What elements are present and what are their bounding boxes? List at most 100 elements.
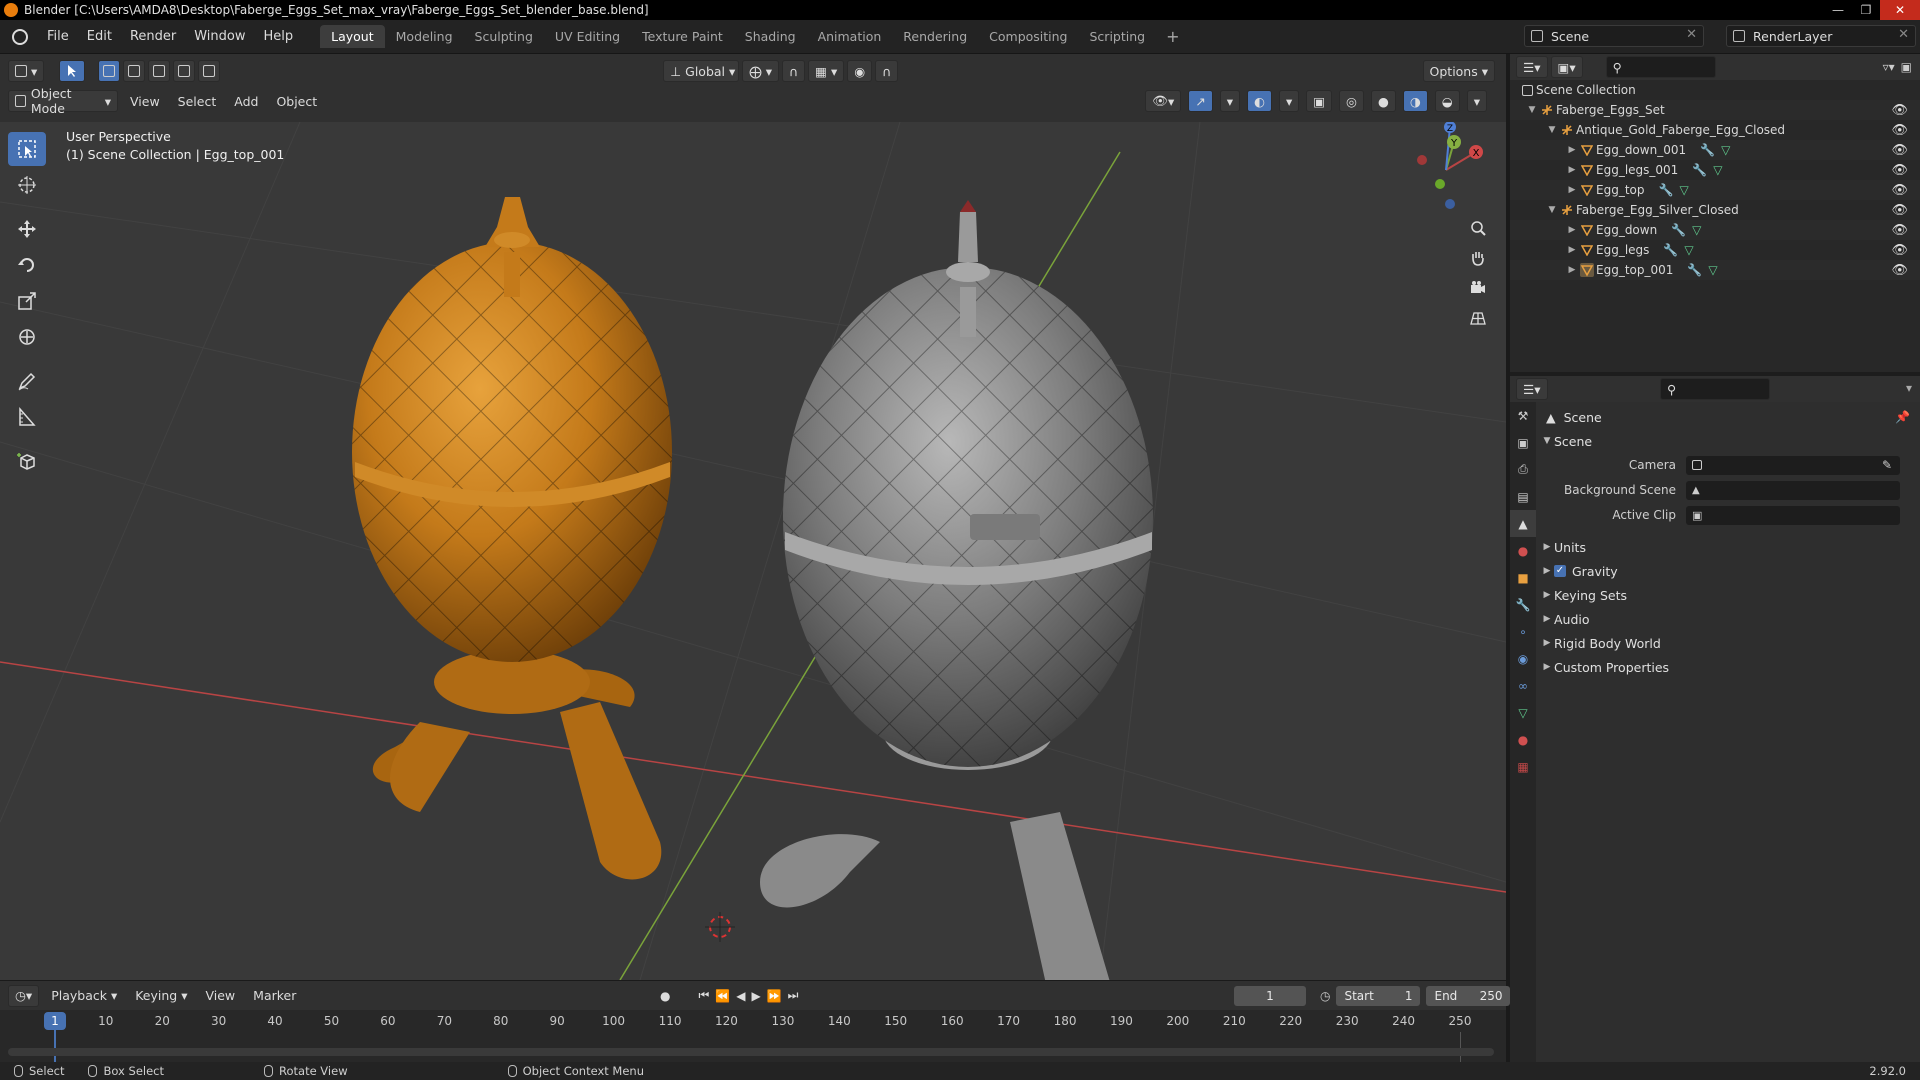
mesh-data-icon[interactable]: ▽: [1692, 223, 1701, 237]
tool-scale[interactable]: [8, 284, 46, 318]
select-mode-subtract-button[interactable]: [148, 60, 171, 82]
tab-compositing[interactable]: Compositing: [978, 25, 1078, 48]
tab-scripting[interactable]: Scripting: [1079, 25, 1157, 48]
tab-animation[interactable]: Animation: [807, 25, 893, 48]
modifier-wrench-icon[interactable]: 🔧: [1700, 143, 1715, 157]
jump-keyframe-forward-icon[interactable]: ⏩: [767, 989, 782, 1003]
eye-icon[interactable]: 👁: [1891, 103, 1908, 118]
tab-particles[interactable]: ∘: [1510, 618, 1536, 645]
tab-modifiers[interactable]: 🔧: [1510, 591, 1536, 618]
play-icon[interactable]: ▶: [751, 989, 760, 1003]
tab-material[interactable]: ●: [1510, 726, 1536, 753]
outliner-row[interactable]: ▶ Egg_down_001 🔧 ▽ 👁: [1510, 140, 1920, 160]
tab-texture[interactable]: ▦: [1510, 753, 1536, 780]
expand-arrow-icon[interactable]: ▶: [1566, 145, 1578, 155]
eye-icon[interactable]: 👁: [1891, 203, 1908, 218]
play-reverse-icon[interactable]: ◀: [736, 989, 745, 1003]
preview-range-clock-icon[interactable]: ◷: [1320, 989, 1330, 1003]
jump-start-icon[interactable]: ⏮: [698, 988, 709, 1003]
outliner-row[interactable]: ▶ Egg_down 🔧 ▽ 👁: [1510, 220, 1920, 240]
navigation-gizmo[interactable]: X Y Z: [1396, 122, 1496, 217]
tab-layout[interactable]: Layout: [320, 25, 385, 48]
outliner-row[interactable]: ▶ Egg_top_001 🔧 ▽ 👁: [1510, 260, 1920, 280]
tool-rotate[interactable]: [8, 248, 46, 282]
tab-render[interactable]: ▣: [1510, 429, 1536, 456]
expand-arrow-icon[interactable]: ▼: [1546, 205, 1558, 215]
properties-editor-type[interactable]: ☰ ▾: [1516, 378, 1548, 400]
blender-logo-icon[interactable]: [12, 28, 28, 45]
eyedropper-icon[interactable]: ✎: [1882, 458, 1892, 472]
tab-sculpting[interactable]: Sculpting: [464, 25, 544, 48]
expand-arrow-icon[interactable]: ▼: [1526, 105, 1538, 115]
visibility-dropdown[interactable]: 👁 ▾: [1145, 90, 1182, 112]
eye-icon[interactable]: 👁: [1891, 163, 1908, 178]
tab-tool[interactable]: ⚒: [1510, 402, 1536, 429]
panel-custom-properties-header[interactable]: ▶ Custom Properties: [1540, 656, 1916, 678]
shading-material-button[interactable]: ◑: [1402, 90, 1428, 112]
timeline-menu-playback[interactable]: Playback ▾: [42, 988, 126, 1003]
tab-constraints[interactable]: ∞: [1510, 672, 1536, 699]
mesh-data-icon[interactable]: ▽: [1684, 243, 1693, 257]
expand-arrow-icon[interactable]: ▶: [1566, 245, 1578, 255]
object-mode-dropdown[interactable]: Object Mode ▾: [8, 86, 118, 116]
tab-shading[interactable]: Shading: [734, 25, 807, 48]
pan-button[interactable]: [1464, 244, 1492, 272]
gizmo-dropdown[interactable]: ▾: [1219, 90, 1241, 112]
tab-modeling[interactable]: Modeling: [385, 25, 464, 48]
view-layer-selector[interactable]: RenderLayer ✕: [1726, 25, 1916, 47]
gizmo-toggle[interactable]: ↗: [1188, 90, 1213, 112]
outliner-row[interactable]: ▼ Faberge_Egg_Silver_Closed 👁: [1510, 200, 1920, 220]
pin-icon[interactable]: 📌: [1895, 410, 1910, 424]
shading-rendered-button[interactable]: ◒: [1434, 90, 1460, 112]
tool-add-cube[interactable]: [8, 444, 46, 478]
tool-cursor[interactable]: [8, 168, 46, 202]
menu-help[interactable]: Help: [255, 29, 303, 44]
current-frame-field[interactable]: 1: [1234, 985, 1306, 1006]
select-mode-new-button[interactable]: [98, 60, 121, 82]
mesh-data-icon[interactable]: ▽: [1721, 143, 1730, 157]
3d-viewport[interactable]: User Perspective (1) Scene Collection | …: [0, 122, 1506, 980]
scene-remove-icon[interactable]: ✕: [1686, 27, 1697, 42]
end-frame-field[interactable]: End 250: [1426, 985, 1511, 1006]
shading-solid-button[interactable]: ●: [1370, 90, 1396, 112]
modifier-wrench-icon[interactable]: 🔧: [1658, 183, 1673, 197]
view-layer-remove-icon[interactable]: ✕: [1898, 27, 1909, 42]
menu-file[interactable]: File: [38, 29, 78, 44]
auto-keying-record-icon[interactable]: ●: [660, 989, 670, 1003]
select-tool-button[interactable]: [59, 60, 86, 82]
minimize-icon[interactable]: —: [1824, 0, 1852, 20]
menu-window[interactable]: Window: [185, 29, 254, 44]
mesh-data-icon[interactable]: ▽: [1708, 263, 1717, 277]
mesh-data-icon[interactable]: ▽: [1679, 183, 1688, 197]
tool-move[interactable]: [8, 212, 46, 246]
new-collection-icon[interactable]: ▣: [1901, 60, 1912, 74]
close-icon[interactable]: ✕: [1880, 0, 1920, 20]
jump-keyframe-back-icon[interactable]: ⏪: [715, 989, 730, 1003]
panel-audio-header[interactable]: ▶ Audio: [1540, 608, 1916, 630]
filter-icon[interactable]: ▿▾: [1883, 60, 1895, 74]
menu-render[interactable]: Render: [121, 29, 185, 44]
properties-search-input[interactable]: ⚲: [1660, 378, 1770, 400]
tool-transform[interactable]: [8, 320, 46, 354]
gravity-checkbox[interactable]: ✓: [1554, 565, 1566, 577]
scene-selector[interactable]: Scene ✕: [1524, 25, 1704, 47]
panel-gravity-header[interactable]: ▶ ✓ Gravity: [1540, 560, 1916, 582]
active-clip-field[interactable]: ▣: [1686, 505, 1900, 525]
viewport-menu-view[interactable]: View: [121, 94, 169, 109]
viewport-menu-add[interactable]: Add: [225, 94, 267, 109]
select-mode-invert-button[interactable]: [173, 60, 196, 82]
tab-physics[interactable]: ◉: [1510, 645, 1536, 672]
tab-data[interactable]: ▽: [1510, 699, 1536, 726]
tool-annotate[interactable]: [8, 364, 46, 398]
camera-field[interactable]: ✎: [1686, 455, 1900, 475]
timeline-scrollbar[interactable]: [8, 1048, 1494, 1056]
proportional-falloff-dropdown[interactable]: ∩: [875, 60, 899, 82]
tool-measure[interactable]: [8, 400, 46, 434]
eye-icon[interactable]: 👁: [1891, 143, 1908, 158]
timeline-editor-type[interactable]: ◷ ▾: [8, 984, 40, 1007]
tab-output[interactable]: ⎙: [1510, 456, 1536, 483]
tab-world[interactable]: ●: [1510, 537, 1536, 564]
viewport-menu-select[interactable]: Select: [169, 94, 226, 109]
start-frame-field[interactable]: Start 1: [1336, 985, 1421, 1006]
tab-view-layer[interactable]: ▤: [1510, 483, 1536, 510]
